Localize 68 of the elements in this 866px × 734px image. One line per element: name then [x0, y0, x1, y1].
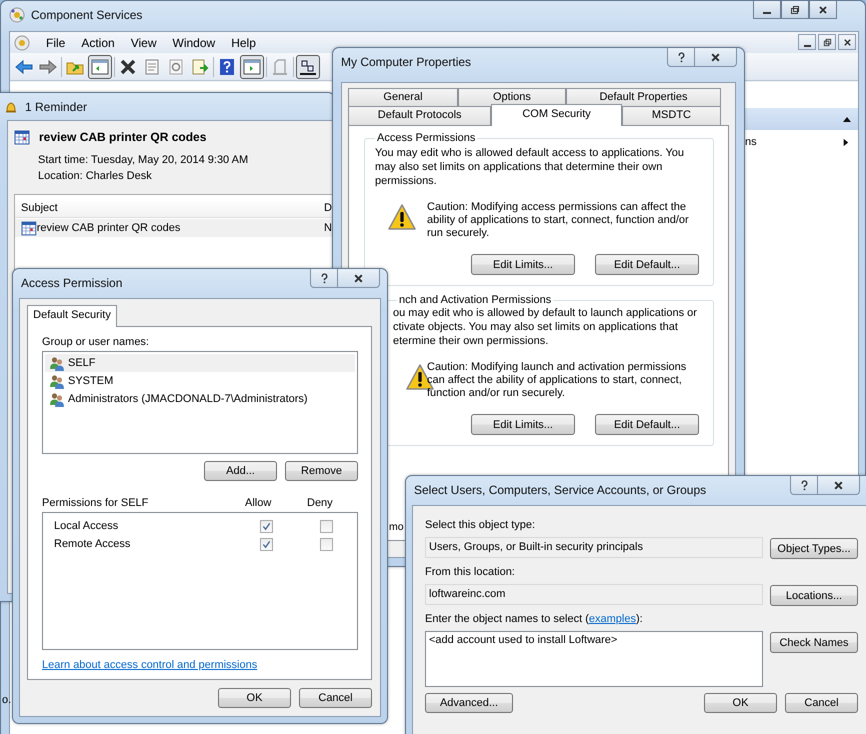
column-header[interactable]: Subject: [15, 202, 322, 214]
menu-item[interactable]: Window: [164, 36, 224, 50]
object-names-label: Enter the object names to select (: [425, 613, 589, 625]
caution-text: Caution: Modifying launch and activation permissions can affect the ability of applications to start, connect, function and/or run securely.: [427, 361, 688, 400]
location-field: loftwareinc.com: [425, 584, 763, 605]
users-label: Group or user names:: [42, 336, 150, 348]
description-text: etermine their own permissions.: [393, 334, 550, 348]
ok-button[interactable]: OK: [704, 693, 777, 713]
tab[interactable]: Options: [458, 88, 566, 106]
object-type-field: Users, Groups, or Built-in security principals: [425, 537, 763, 558]
permission-name: Local Access: [54, 520, 120, 532]
description-text: You may edit who is allowed default access to applications. You may also set limits on applications that determine their own permissions.: [375, 146, 686, 188]
caution-text: Caution: Modifying access permissions can affect the ability of applications to start, connect, function and/or run securely.: [427, 201, 690, 240]
user-item[interactable]: SELF: [45, 354, 355, 372]
edit-button[interactable]: Edit Default...: [595, 254, 699, 275]
edit-button[interactable]: Edit Limits...: [471, 414, 575, 435]
table-cell-text: review CAB printer QR codes: [36, 222, 182, 234]
tab[interactable]: Default Properties: [566, 88, 721, 106]
window-title: Select Users, Computers, Service Accounts, or Groups: [414, 482, 706, 496]
location: Location: Charles Desk: [38, 170, 153, 182]
remove-button[interactable]: Remove: [285, 461, 358, 481]
user-item[interactable]: SYSTEM: [45, 372, 355, 390]
check-names-button[interactable]: Check Names: [770, 632, 858, 653]
start-time: Start time: Tuesday, May 20, 2014 9:30 AM: [38, 154, 250, 166]
column-header: Deny: [307, 497, 333, 511]
window-title: My Computer Properties: [341, 54, 472, 68]
table-cell-text: N: [323, 222, 332, 234]
examples-link[interactable]: examples: [588, 613, 636, 625]
menu-item[interactable]: Action: [73, 36, 123, 50]
tab[interactable]: Default Security: [27, 305, 117, 327]
object-types-button[interactable]: Object Types...: [770, 538, 858, 559]
tab[interactable]: Default Protocols: [348, 106, 492, 125]
description-text: ou may edit who is allowed by default to launch applications or: [393, 306, 698, 320]
tab[interactable]: General: [348, 88, 458, 106]
window-title: 1 Reminder: [25, 100, 88, 114]
user-item[interactable]: Administrators (JMACDONALD-7\Administrators): [45, 390, 355, 408]
permissions-label: Permissions for SELF: [42, 497, 150, 511]
group-title: nch and Activation Permissions: [398, 294, 552, 306]
location-label: From this location:: [425, 565, 516, 580]
column-header: Allow: [245, 497, 272, 511]
add-button[interactable]: Add...: [204, 461, 277, 481]
permission-name: Remote Access: [54, 538, 132, 550]
group-title: Access Permissions: [376, 132, 476, 144]
advanced-button[interactable]: Advanced...: [425, 693, 513, 713]
ok-button[interactable]: OK: [218, 688, 291, 708]
reminder-subject: review CAB printer QR codes: [39, 130, 206, 144]
cancel-button[interactable]: Cancel: [785, 693, 858, 713]
object-names-label: ):: [636, 613, 643, 625]
edit-button[interactable]: Edit Default...: [595, 414, 699, 435]
edit-button[interactable]: Edit Limits...: [471, 254, 575, 275]
tab[interactable]: MSDTC: [622, 106, 721, 125]
object-names-field[interactable]: <add account used to install Loftware>: [425, 631, 763, 687]
window-title: Component Services: [31, 8, 142, 22]
description-text: ctivate objects. You may also set limits on applications that: [393, 320, 679, 334]
column-header[interactable]: D: [322, 202, 332, 214]
tab[interactable]: COM Security: [491, 104, 622, 126]
help-link[interactable]: Learn about access control and permissions: [42, 659, 258, 671]
status-text: o.: [2, 694, 12, 706]
window-title: Access Permission: [21, 276, 122, 290]
menu-item[interactable]: Help: [223, 36, 264, 50]
object-type-label: Select this object type:: [425, 518, 536, 533]
partial-text: mo: [389, 521, 404, 533]
menu-item[interactable]: View: [122, 36, 164, 50]
reminder-row[interactable]: review CAB printer QR codes N: [15, 219, 332, 237]
actions-pane-entry[interactable]: ns: [745, 136, 757, 148]
locations-button[interactable]: Locations...: [770, 585, 858, 606]
menu-item[interactable]: File: [38, 36, 74, 50]
cancel-button[interactable]: Cancel: [299, 688, 372, 708]
